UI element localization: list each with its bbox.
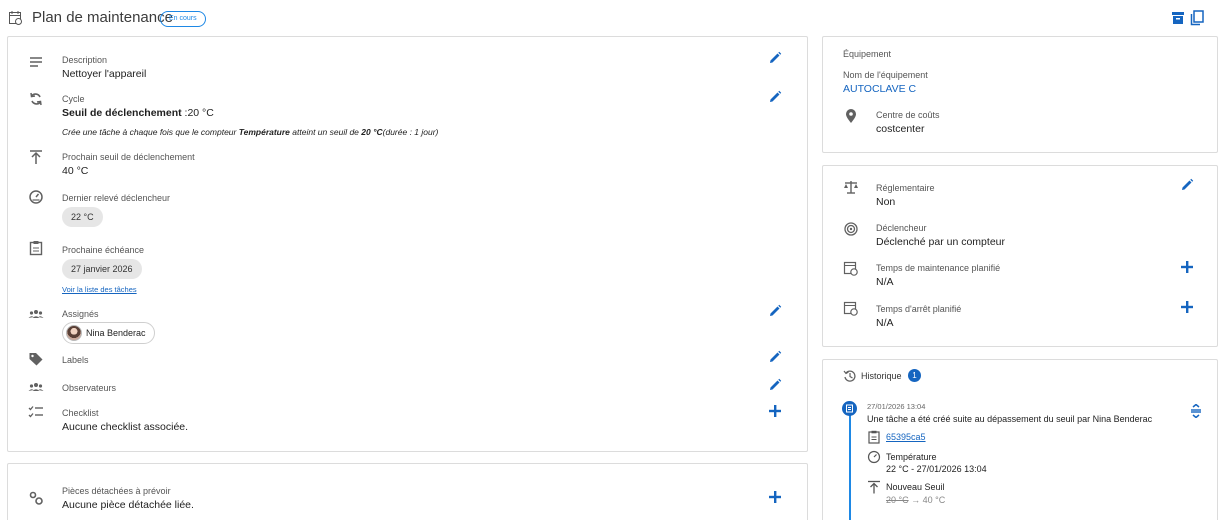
copy-icon[interactable] xyxy=(1190,10,1204,26)
notes-icon xyxy=(30,57,42,67)
edit-description-pencil-icon[interactable] xyxy=(768,51,782,65)
observers-label: Observateurs xyxy=(62,383,117,393)
calendar-clock-maintenance-icon xyxy=(843,261,858,276)
edit-observers-pencil-icon[interactable] xyxy=(768,378,782,392)
trigger-value: Déclenché par un compteur xyxy=(876,236,1005,248)
history-entry-text: Une tâche a été créé suite au dépassemen… xyxy=(867,414,1153,424)
counter-name: Température xyxy=(886,452,937,462)
cycle-label: Cycle xyxy=(62,94,85,104)
planned-downtime-label: Temps d'arrêt planifié xyxy=(876,304,962,314)
plan-details-card xyxy=(7,36,808,452)
planned-downtime-value: N/A xyxy=(876,317,894,329)
calendar-clock-icon xyxy=(9,11,22,25)
gauge-icon xyxy=(29,190,43,204)
clipboard-icon xyxy=(29,241,43,256)
threshold-up-icon xyxy=(30,150,42,164)
description-value: Nettoyer l'appareil xyxy=(62,68,147,80)
assignees-label: Assignés xyxy=(62,309,99,319)
counter-gauge-icon xyxy=(867,450,881,464)
add-part-plus-icon[interactable] xyxy=(768,490,782,504)
add-downtime-plus-icon[interactable] xyxy=(1180,300,1194,314)
observers-people-icon xyxy=(28,383,44,391)
task-id-link[interactable]: 65395ca5 xyxy=(886,432,926,442)
planned-maintenance-label: Temps de maintenance planifié xyxy=(876,263,1001,273)
next-threshold-value: 40 °C xyxy=(62,165,89,177)
history-count-badge: 1 xyxy=(908,369,921,382)
view-tasks-link[interactable]: Voir la liste des tâches xyxy=(62,285,137,294)
regulatory-value: Non xyxy=(876,196,896,208)
trigger-label: Déclencheur xyxy=(876,223,927,233)
next-threshold-label: Prochain seuil de déclenchement xyxy=(62,152,195,162)
edit-assignees-pencil-icon[interactable] xyxy=(768,304,782,318)
people-icon xyxy=(28,310,44,318)
avatar xyxy=(66,325,82,341)
new-threshold-icon xyxy=(868,480,880,494)
regulatory-label: Réglementaire xyxy=(876,183,935,193)
collapse-expand-icon[interactable] xyxy=(1190,404,1202,418)
threshold-label: Nouveau Seuil xyxy=(886,482,945,492)
equipment-name-link[interactable]: AUTOCLAVE C xyxy=(843,83,916,95)
cycle-description-note: Crée une tâche à chaque fois que le comp… xyxy=(62,127,439,137)
history-card xyxy=(822,359,1218,520)
edit-regulatory-pencil-icon[interactable] xyxy=(1180,178,1194,192)
checklist-icon xyxy=(28,406,43,418)
page-title: Plan de maintenance xyxy=(32,9,173,26)
threshold-change: 20 °C → 40 °C xyxy=(886,495,946,505)
equipment-name-label: Nom de l'équipement xyxy=(843,70,928,80)
add-maintenance-time-plus-icon[interactable] xyxy=(1180,260,1194,274)
parts-label: Pièces détachées à prévoir xyxy=(62,486,171,496)
last-reading-label: Dernier relevé déclencheur xyxy=(62,193,171,203)
parts-value: Aucune pièce détachée liée. xyxy=(62,499,194,511)
assignee-chip[interactable]: Nina Benderac xyxy=(62,322,155,344)
edit-labels-pencil-icon[interactable] xyxy=(768,350,782,364)
counter-value: 22 °C - 27/01/2026 13:04 xyxy=(886,464,987,474)
checklist-label: Checklist xyxy=(62,408,99,418)
history-icon xyxy=(843,370,856,382)
page-header: Plan de maintenance En cours xyxy=(0,0,1221,36)
cycle-icon xyxy=(30,92,42,106)
archive-icon[interactable] xyxy=(1171,10,1185,26)
location-pin-icon xyxy=(846,109,856,123)
planned-maintenance-value: N/A xyxy=(876,276,894,288)
labels-label: Labels xyxy=(62,355,89,365)
last-reading-chip: 22 °C xyxy=(62,207,103,227)
cost-center-label: Centre de coûts xyxy=(876,110,940,120)
checklist-value: Aucune checklist associée. xyxy=(62,421,189,433)
cost-center-value: costcenter xyxy=(876,123,925,135)
cycle-value: Seuil de déclenchement :20 °C xyxy=(62,107,214,119)
timeline-task-icon xyxy=(842,401,857,416)
description-label: Description xyxy=(62,55,108,65)
task-clipboard-icon xyxy=(868,430,880,444)
status-badge: En cours xyxy=(160,11,206,27)
edit-cycle-pencil-icon[interactable] xyxy=(768,90,782,104)
next-due-label: Prochaine échéance xyxy=(62,245,145,255)
add-checklist-plus-icon[interactable] xyxy=(768,404,782,418)
scales-icon xyxy=(844,181,858,194)
history-entry-timestamp: 27/01/2026 13:04 xyxy=(867,402,926,411)
radar-trigger-icon xyxy=(844,222,858,236)
assignee-name: Nina Benderac xyxy=(86,328,146,338)
gears-icon xyxy=(29,491,43,505)
calendar-clock-downtime-icon xyxy=(843,301,858,316)
equipment-section-title: Équipement xyxy=(843,49,892,59)
history-title: Historique xyxy=(861,371,902,381)
tag-icon xyxy=(29,353,43,366)
timeline-line xyxy=(849,402,851,520)
next-due-chip: 27 janvier 2026 xyxy=(62,259,142,279)
